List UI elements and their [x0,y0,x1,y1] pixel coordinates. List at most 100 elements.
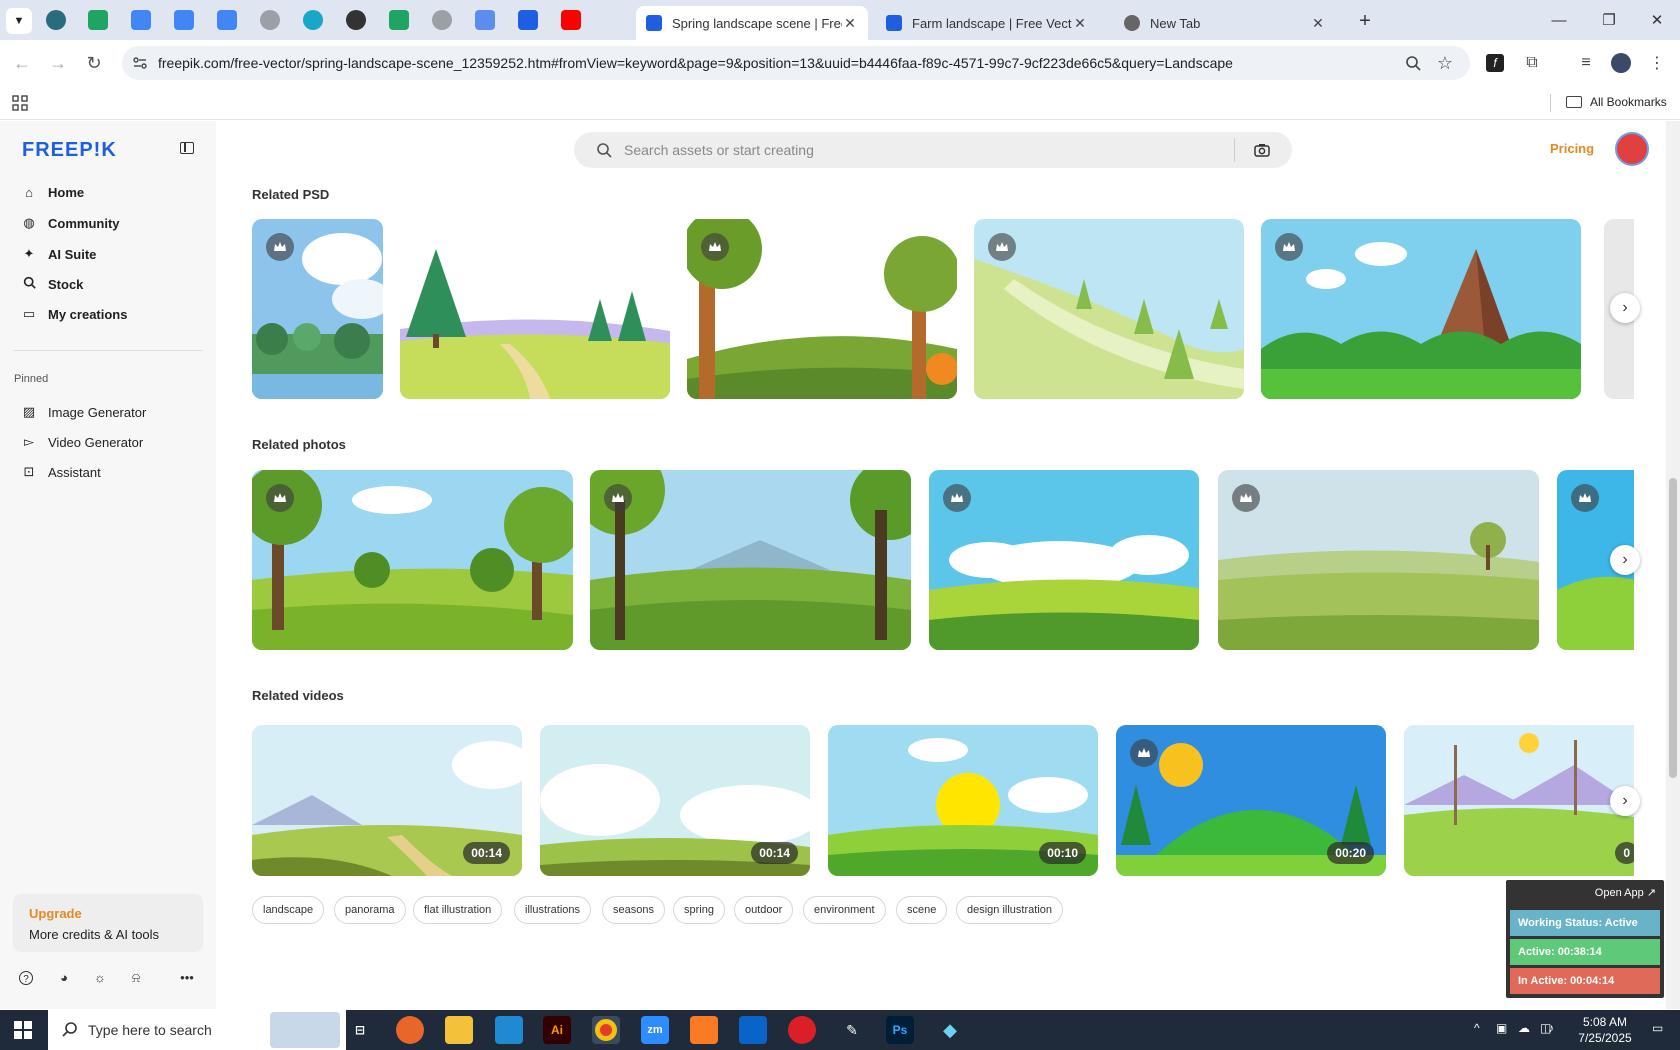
task-view-icon[interactable]: ⊟ [346,1016,374,1044]
chrome-icon[interactable] [592,1016,620,1044]
notifications-bell-icon[interactable]: ⍾ [127,969,145,987]
new-tab-button[interactable]: + [1352,8,1378,34]
video-thumbnail[interactable]: 00:20 [1116,725,1386,876]
upgrade-card[interactable]: Upgrade More credits & AI tools [13,894,203,952]
psd-thumbnail[interactable] [687,219,957,399]
extension-font-icon[interactable]: f [1483,51,1507,75]
pinned-tab-wordpress[interactable] [46,10,66,30]
sidebar-item-assistant[interactable]: ⊡ Assistant [20,459,101,485]
user-avatar[interactable] [1615,132,1649,166]
photo-thumbnail[interactable] [252,470,573,650]
search-bar[interactable] [574,132,1292,168]
scrollbar-thumb[interactable] [1669,478,1677,778]
more-options-icon[interactable]: ••• [178,969,196,987]
tag-chip[interactable]: spring [673,896,725,924]
tag-chip[interactable]: landscape [252,896,325,924]
sidebar-item-community[interactable]: ◍ Community [20,210,119,236]
tab-farm-landscape[interactable]: Farm landscape | Free Vector ✕ [876,6,1098,40]
creative-cloud-icon[interactable] [788,1016,816,1044]
menu-dots-icon[interactable]: ⋮ [1645,51,1669,75]
theme-sun-icon[interactable]: ☼ [91,969,109,987]
video-thumbnail[interactable]: 00:14 [540,725,810,876]
vscode-icon[interactable] [495,1016,523,1044]
tag-chip[interactable]: seasons [602,896,665,924]
tag-chip[interactable]: illustrations [514,896,592,924]
site-settings-icon[interactable] [132,55,148,71]
search-input[interactable] [624,140,1184,160]
photo-thumbnail[interactable] [929,470,1199,650]
extensions-puzzle-icon[interactable]: ⧉ [1520,51,1544,75]
page-scrollbar[interactable] [1666,121,1680,1009]
tray-cloud-icon[interactable]: ☁ [1518,1021,1530,1035]
back-button[interactable]: ← [10,51,34,75]
pinned-tab-docs-3[interactable] [217,10,237,30]
next-arrow-button[interactable]: › [1610,545,1640,575]
close-window-button[interactable]: ✕ [1634,8,1680,34]
close-tab-icon[interactable]: ✕ [1072,15,1088,32]
close-tab-icon[interactable]: ✕ [1310,15,1326,32]
app-icon[interactable]: ◆ [936,1016,964,1044]
sidebar-item-ai-suite[interactable]: ✦ AI Suite [20,241,97,267]
pinned-tab-app[interactable] [303,10,323,30]
address-bar[interactable]: freepik.com/free-vector/spring-landscape… [122,46,1470,80]
sidebar-item-stock[interactable]: Stock [20,271,83,297]
freepik-logo[interactable]: FREEP!K [22,139,117,162]
pinned-tab-grid[interactable] [475,10,495,30]
zoom-icon[interactable]: zm [641,1016,669,1044]
video-thumbnail[interactable]: 00:10 [828,725,1098,876]
psd-thumbnail[interactable] [400,219,670,399]
psd-thumbnail[interactable] [974,219,1244,399]
profile-avatar-icon[interactable] [1609,51,1633,75]
next-arrow-button[interactable]: › [1610,293,1640,323]
tag-chip[interactable]: outdoor [734,896,794,924]
photo-thumbnail[interactable] [590,470,911,650]
camera-search-icon[interactable] [1254,142,1270,158]
pinned-tab-sheets[interactable] [88,10,108,30]
minimize-button[interactable]: — [1536,8,1582,34]
sidebar-item-video-generator[interactable]: ▻ Video Generator [20,429,143,455]
sidebar-item-image-generator[interactable]: ▨ Image Generator [20,399,146,425]
video-thumbnail[interactable]: 0 [1404,725,1634,876]
tag-chip[interactable]: environment [803,896,886,924]
tab-new-tab[interactable]: New Tab ✕ [1114,6,1336,40]
zoom-icon[interactable] [1401,51,1425,75]
tag-chip[interactable]: design illustration [956,896,1063,924]
tray-network-icon[interactable]: ▣ [1496,1021,1507,1035]
pinned-tab-openai[interactable] [346,10,366,30]
pinned-tab-youtube[interactable] [561,10,581,30]
tag-chip[interactable]: scene [896,896,948,924]
tag-chip[interactable]: panorama [334,896,406,924]
pinned-tab-globe-1[interactable] [260,10,280,30]
taskbar-clock[interactable]: 5:08 AM 7/25/2025 [1570,1014,1640,1046]
pinned-tab-sheets-2[interactable] [389,10,409,30]
all-bookmarks-button[interactable]: All Bookmarks [1566,95,1667,109]
apps-grid-icon[interactable] [12,95,28,111]
sidebar-collapse-icon[interactable] [180,142,194,154]
restore-button[interactable]: ❐ [1586,8,1632,34]
photoshop-icon[interactable]: Ps [886,1016,914,1044]
discord-icon[interactable]: ◕ [55,969,73,987]
pinned-tab-docs-1[interactable] [131,10,151,30]
next-arrow-button[interactable]: › [1610,786,1640,816]
xampp-icon[interactable] [690,1016,718,1044]
url-text[interactable]: freepik.com/free-vector/spring-landscape… [158,55,1233,71]
pricing-link[interactable]: Pricing [1550,141,1594,156]
tray-volume-icon[interactable]: ♪ [1548,1021,1554,1035]
illustrator-icon[interactable]: Ai [543,1016,571,1044]
tray-chevron-icon[interactable]: ^ [1474,1021,1480,1035]
video-thumbnail[interactable]: 00:14 [252,725,522,876]
psd-thumbnail[interactable] [1261,219,1581,399]
tab-spring-landscape[interactable]: Spring landscape scene | Free V ✕ [636,6,868,40]
pen-tool-icon[interactable]: ✎ [838,1016,866,1044]
notifications-icon[interactable]: ▭ [1652,1021,1663,1035]
media-control-icon[interactable]: ≡ [1574,51,1598,75]
sidebar-item-home[interactable]: ⌂ Home [20,179,84,205]
psd-thumbnail[interactable] [252,219,383,399]
bookmark-star-icon[interactable]: ☆ [1433,51,1457,75]
windows-start-icon[interactable] [14,1021,32,1039]
pinned-tab-docs-2[interactable] [174,10,194,30]
help-icon[interactable]: ? [19,971,33,985]
tag-chip[interactable]: flat illustration [413,896,503,924]
taskbar-search-box[interactable]: Type here to search [48,1010,346,1050]
pinned-tab-freepik[interactable] [518,10,538,30]
